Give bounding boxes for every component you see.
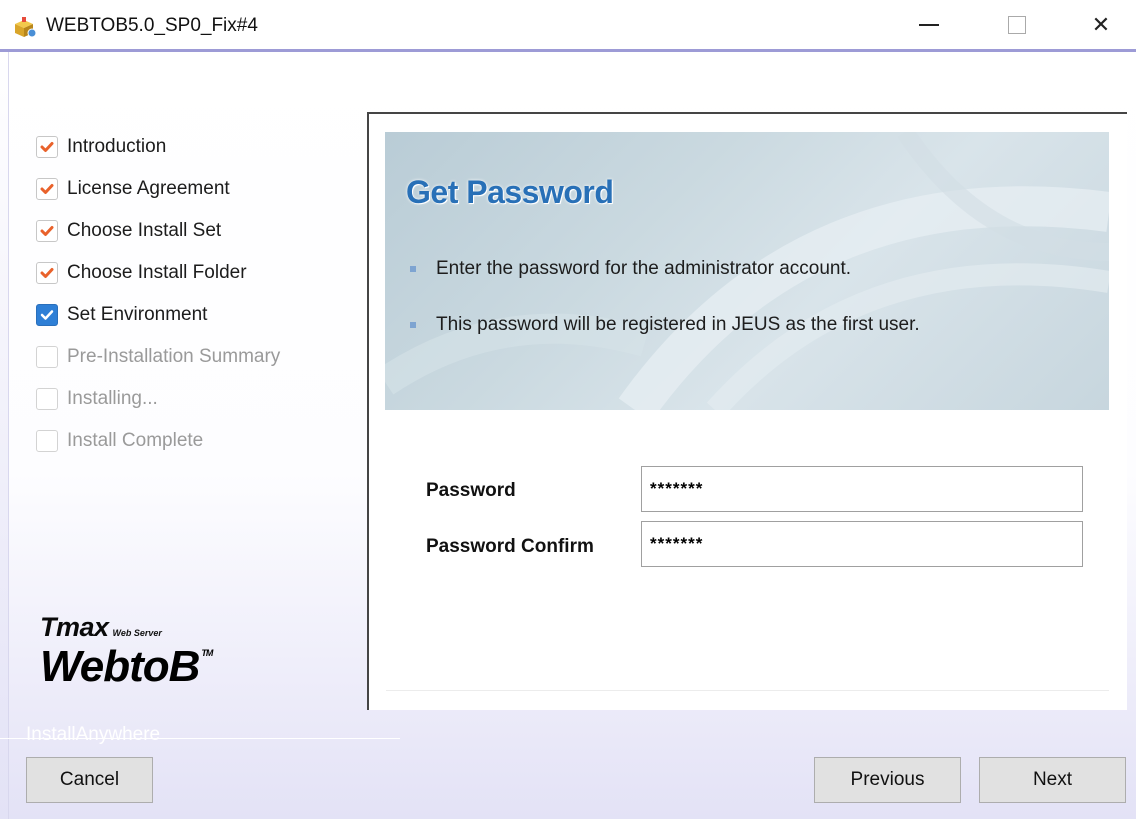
- minimize-button[interactable]: [894, 0, 964, 50]
- minimize-icon: [919, 24, 939, 26]
- window-left-edge: [0, 52, 9, 819]
- empty-checkbox-icon: [36, 346, 58, 368]
- step-label: Pre-Installation Summary: [67, 346, 281, 367]
- password-confirm-label: Password Confirm: [426, 536, 594, 557]
- empty-checkbox-icon: [36, 430, 58, 452]
- step-installing: Installing...: [36, 386, 158, 412]
- step-label: Introduction: [67, 136, 167, 157]
- password-confirm-field[interactable]: [641, 521, 1083, 567]
- logo-brand: Tmax: [40, 612, 109, 642]
- close-icon: ✕: [1091, 12, 1111, 37]
- bullet-icon: [410, 266, 416, 272]
- step-set-environment: Set Environment: [36, 302, 207, 328]
- password-label: Password: [426, 480, 516, 501]
- cancel-button[interactable]: Cancel: [26, 757, 153, 803]
- maximize-button[interactable]: [982, 0, 1052, 50]
- step-license-agreement: License Agreement: [36, 176, 230, 202]
- next-button[interactable]: Next: [979, 757, 1126, 803]
- step-label: Choose Install Set: [67, 220, 222, 241]
- logo-product: WebtoB TM: [40, 642, 213, 691]
- checkmark-icon: [36, 262, 58, 284]
- checkmark-icon: [36, 304, 58, 326]
- step-label: Set Environment: [67, 304, 208, 325]
- instruction-text: This password will be registered in JEUS…: [436, 314, 920, 335]
- maximize-icon: [1008, 16, 1026, 34]
- empty-checkbox-icon: [36, 388, 58, 410]
- title-bar[interactable]: WEBTOB5.0_SP0_Fix#4 ✕: [0, 0, 1136, 52]
- instruction-item: Enter the password for the administrator…: [410, 258, 851, 280]
- step-introduction: Introduction: [36, 134, 166, 160]
- instruction-text: Enter the password for the administrator…: [436, 258, 852, 279]
- close-button[interactable]: ✕: [1066, 0, 1136, 50]
- password-field[interactable]: [641, 466, 1083, 512]
- logo-trademark: TM: [201, 648, 213, 658]
- previous-button[interactable]: Previous: [814, 757, 961, 803]
- logo-subtitle: Web Server: [112, 628, 162, 638]
- webtob-logo: Tmax Web Server WebtoB TM: [40, 612, 213, 691]
- step-install-complete: Install Complete: [36, 428, 203, 454]
- installer-credit: InstallAnywhere: [26, 724, 161, 745]
- step-choose-install-set: Choose Install Set: [36, 218, 221, 244]
- step-choose-install-folder: Choose Install Folder: [36, 260, 247, 286]
- bullet-icon: [410, 322, 416, 328]
- step-pre-installation-summary: Pre-Installation Summary: [36, 344, 280, 370]
- window-title: WEBTOB5.0_SP0_Fix#4: [46, 15, 258, 36]
- step-label: License Agreement: [67, 178, 230, 199]
- content-divider: [386, 690, 1109, 691]
- step-label: Choose Install Folder: [67, 262, 247, 283]
- step-banner: Get Password Enter the password for the …: [385, 132, 1109, 410]
- page-title: Get Password: [406, 174, 614, 210]
- checkmark-icon: [36, 220, 58, 242]
- installer-icon: [12, 16, 38, 38]
- step-label: Installing...: [67, 388, 158, 409]
- checkmark-icon: [36, 178, 58, 200]
- step-label: Install Complete: [67, 430, 204, 451]
- instruction-item: This password will be registered in JEUS…: [410, 314, 920, 336]
- checkmark-icon: [36, 136, 58, 158]
